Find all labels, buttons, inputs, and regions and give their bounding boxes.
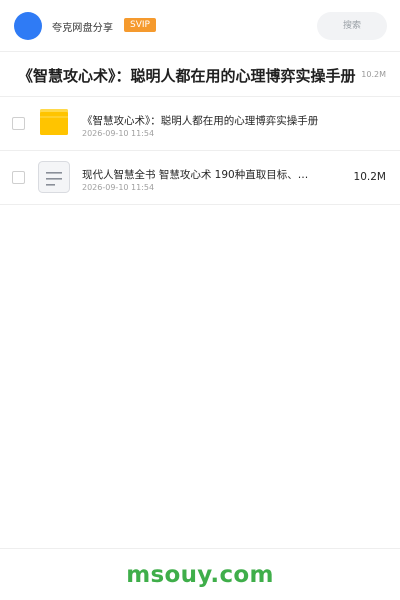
row-checkbox[interactable]	[12, 117, 25, 130]
file-row[interactable]: 《智慧攻心术》：聪明人都在用的心理博弈实操手册 2026-09-10 11:54	[0, 97, 400, 151]
svip-badge[interactable]: SVIP	[124, 18, 156, 32]
brand-name: 夸克网盘分享	[52, 23, 114, 34]
file-size: 10.2M	[353, 171, 386, 183]
file-date: 2026-09-10 11:54	[82, 183, 155, 192]
page: 夸克网盘分享 SVIP 搜索 《智慧攻心术》：聪明人都在用的心理博弈实操手册 1…	[0, 0, 400, 600]
file-date: 2026-09-10 11:54	[82, 129, 155, 138]
folder-icon	[40, 109, 68, 135]
file-name[interactable]: 现代人智慧全书 智慧攻心术 190种直取目标、…	[82, 167, 352, 182]
footer: msouy.com	[0, 548, 400, 600]
watermark-text: msouy.com	[126, 562, 274, 588]
search-input[interactable]: 搜索	[317, 12, 387, 40]
header-bar: 夸克网盘分享 SVIP 搜索	[0, 0, 400, 52]
file-row[interactable]: 现代人智慧全书 智慧攻心术 190种直取目标、… 2026-09-10 11:5…	[0, 151, 400, 205]
page-title: 《智慧攻心术》：聪明人都在用的心理博弈实操手册	[18, 67, 356, 85]
logo-icon[interactable]	[14, 12, 42, 40]
document-icon	[38, 161, 70, 193]
row-checkbox[interactable]	[12, 171, 25, 184]
file-name[interactable]: 《智慧攻心术》：聪明人都在用的心理博弈实操手册	[82, 113, 352, 128]
share-title-row: 《智慧攻心术》：聪明人都在用的心理博弈实操手册 10.2M	[0, 53, 400, 97]
total-size: 10.2M	[361, 70, 386, 79]
